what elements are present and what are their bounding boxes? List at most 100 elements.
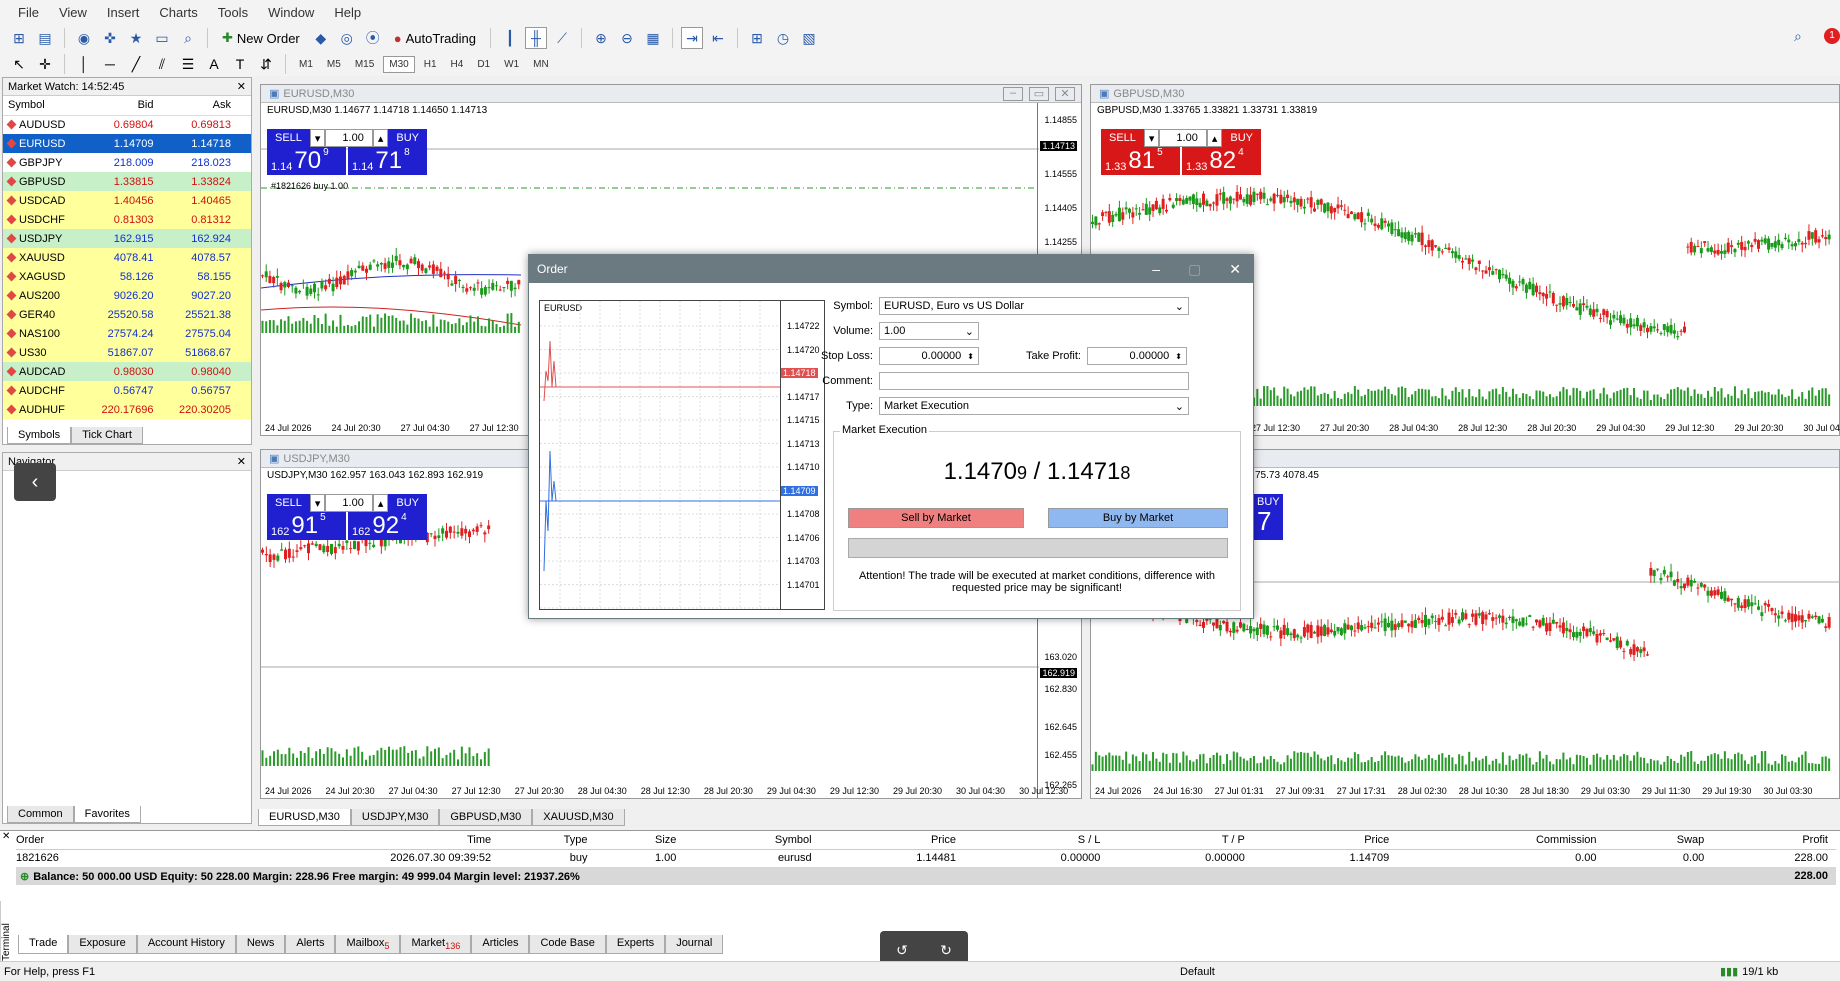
label-icon[interactable]: T <box>229 53 251 75</box>
zoom-in-icon[interactable]: ⊕ <box>590 27 612 49</box>
terminal-tab-alerts[interactable]: Alerts <box>285 935 336 955</box>
timeframe-m1[interactable]: M1 <box>294 57 318 72</box>
vertical-line-icon[interactable]: │ <box>73 53 95 75</box>
market-watch-row[interactable]: XAGUSD 58.126 58.155 <box>3 267 251 286</box>
chevron-down-icon[interactable]: ▾ <box>309 494 326 512</box>
minimize-icon[interactable]: – <box>1152 261 1160 278</box>
volume-input[interactable]: 1.00 <box>1159 129 1207 147</box>
auto-scroll-icon[interactable]: ⇥ <box>680 27 703 49</box>
table-row[interactable]: 1821626 2026.07.30 09:39:52 buy 1.00 eurusd 1… <box>16 849 1836 867</box>
sell-price[interactable]: 162 91 5 <box>267 512 346 540</box>
arrows-icon[interactable]: ⇵ <box>255 53 277 75</box>
line-chart-icon[interactable]: ⟋ <box>551 27 573 49</box>
col-ask[interactable]: Ask <box>158 96 251 116</box>
chevron-down-icon[interactable]: ▾ <box>1143 129 1160 147</box>
spinner-icon[interactable]: ⬍ <box>967 352 974 361</box>
vps-icon[interactable]: ⦿ <box>362 27 384 49</box>
col-header[interactable]: S / L <box>964 831 1109 850</box>
sell-price[interactable]: 1.33 81 5 <box>1101 147 1180 175</box>
stop-loss-input[interactable]: 0.00000 ⬍ <box>879 347 979 365</box>
tab-common[interactable]: Common <box>7 806 74 823</box>
col-header[interactable]: Size <box>595 831 685 850</box>
timeframe-m15[interactable]: M15 <box>350 57 379 72</box>
volume-input[interactable]: 1.00 <box>325 129 373 147</box>
terminal-tab-code-base[interactable]: Code Base <box>529 935 606 955</box>
col-symbol[interactable]: Symbol <box>3 96 85 116</box>
buy-price[interactable]: 162 92 4 <box>348 512 427 540</box>
channel-icon[interactable]: ⫽ <box>151 53 173 75</box>
periods-icon[interactable]: ◷ <box>772 27 794 49</box>
menu-file[interactable]: File <box>8 5 49 20</box>
terminal-tab-experts[interactable]: Experts <box>605 935 666 955</box>
candlestick-icon[interactable]: ╫ <box>524 27 547 49</box>
buy-button[interactable]: BUY <box>1222 129 1261 147</box>
menu-insert[interactable]: Insert <box>97 5 150 20</box>
col-header[interactable]: T / P <box>1108 831 1253 850</box>
chevron-up-icon[interactable]: ▴ <box>372 494 389 512</box>
templates-icon[interactable]: ▧ <box>798 27 820 49</box>
terminal-tab-news[interactable]: News <box>235 935 286 955</box>
timeframe-w1[interactable]: W1 <box>499 57 524 72</box>
market-watch-row[interactable]: GBPJPY 218.009 218.023 <box>3 153 251 172</box>
volume-select[interactable]: 1.00 ⌄ <box>879 322 979 340</box>
timeframe-h1[interactable]: H1 <box>419 57 442 72</box>
buy-price[interactable]: 1.14 71 8 <box>348 147 427 175</box>
buy-button[interactable]: BUY 7 <box>1251 494 1283 540</box>
market-watch-row[interactable]: GER40 25520.58 25521.38 <box>3 305 251 324</box>
market-watch-icon[interactable]: ◉ <box>73 27 95 49</box>
signals-icon[interactable]: ◎ <box>336 27 358 49</box>
terminal-tab-trade[interactable]: Trade <box>18 935 69 955</box>
col-header[interactable]: Commission <box>1397 831 1605 850</box>
market-watch-row[interactable]: AUDHUF 220.17696 220.30205 <box>3 400 251 419</box>
col-header[interactable]: Price <box>819 831 964 850</box>
market-watch-row[interactable]: AUDCHF 0.56747 0.56757 <box>3 381 251 400</box>
buy-price[interactable]: 1.33 82 4 <box>1182 147 1261 175</box>
autotrading-button[interactable]: ● AutoTrading <box>388 27 482 49</box>
meta-editor-icon[interactable]: ◆ <box>310 27 332 49</box>
redo-icon[interactable]: ↻ <box>940 942 952 959</box>
chart-tab-xauusd[interactable]: XAUUSD,M30 <box>532 809 625 826</box>
menu-tools[interactable]: Tools <box>208 5 258 20</box>
chevron-down-icon[interactable]: ▾ <box>309 129 326 147</box>
text-icon[interactable]: A <box>203 53 225 75</box>
type-select[interactable]: Market Execution ⌄ <box>879 397 1189 415</box>
close-icon[interactable]: ✕ <box>1229 261 1241 278</box>
market-watch-row[interactable]: USDJPY 162.915 162.924 <box>3 229 251 248</box>
chevron-up-icon[interactable]: ▴ <box>1206 129 1223 147</box>
chevron-up-icon[interactable]: ▴ <box>372 129 389 147</box>
symbol-select[interactable]: EURUSD, Euro vs US Dollar ⌄ <box>879 297 1189 315</box>
sell-button[interactable]: SELL <box>267 129 310 147</box>
chart-tab-gbpusd[interactable]: GBPUSD,M30 <box>439 809 533 826</box>
tab-tick-chart[interactable]: Tick Chart <box>71 427 143 444</box>
maximize-icon[interactable]: ▢ <box>1188 261 1201 278</box>
market-watch-row[interactable]: AUDUSD 0.69804 0.69813 <box>3 115 251 134</box>
col-header[interactable]: Time <box>169 831 500 850</box>
minimize-icon[interactable]: – <box>1003 86 1023 101</box>
chart-tab-usdjpy[interactable]: USDJPY,M30 <box>350 809 440 826</box>
market-watch-row[interactable]: AUS200 9026.20 9027.20 <box>3 286 251 305</box>
market-watch-row[interactable]: EURUSD 1.14709 1.14718 <box>3 134 251 153</box>
zoom-out-icon[interactable]: ⊖ <box>616 27 638 49</box>
col-header[interactable]: Symbol <box>684 831 820 850</box>
comment-input[interactable] <box>879 372 1189 390</box>
fibonacci-icon[interactable]: ☰ <box>177 53 199 75</box>
sell-by-market-button[interactable]: Sell by Market <box>848 508 1024 528</box>
timeframe-m5[interactable]: M5 <box>322 57 346 72</box>
market-watch-row[interactable]: USDCHF 0.81303 0.81312 <box>3 210 251 229</box>
timeframe-m30[interactable]: M30 <box>383 55 415 73</box>
terminal-tab-articles[interactable]: Articles <box>471 935 530 955</box>
terminal-tab-exposure[interactable]: Exposure <box>68 935 137 955</box>
col-header[interactable]: Type <box>499 831 596 850</box>
timeframe-h4[interactable]: H4 <box>446 57 469 72</box>
undo-icon[interactable]: ↺ <box>896 942 908 959</box>
new-order-button[interactable]: ✚ New Order <box>216 27 306 49</box>
indicators-icon[interactable]: ⊞ <box>746 27 768 49</box>
trendline-icon[interactable]: ╱ <box>125 53 147 75</box>
terminal-tab-journal[interactable]: Journal <box>665 935 724 955</box>
horizontal-line-icon[interactable]: ─ <box>99 53 121 75</box>
tile-windows-icon[interactable]: ▦ <box>642 27 664 49</box>
market-watch-row[interactable]: USDCAD 1.40456 1.40465 <box>3 191 251 210</box>
navigator-icon[interactable]: ★ <box>125 27 147 49</box>
market-watch-row[interactable]: XAUUSD 4078.41 4078.57 <box>3 248 251 267</box>
menu-view[interactable]: View <box>49 5 97 20</box>
